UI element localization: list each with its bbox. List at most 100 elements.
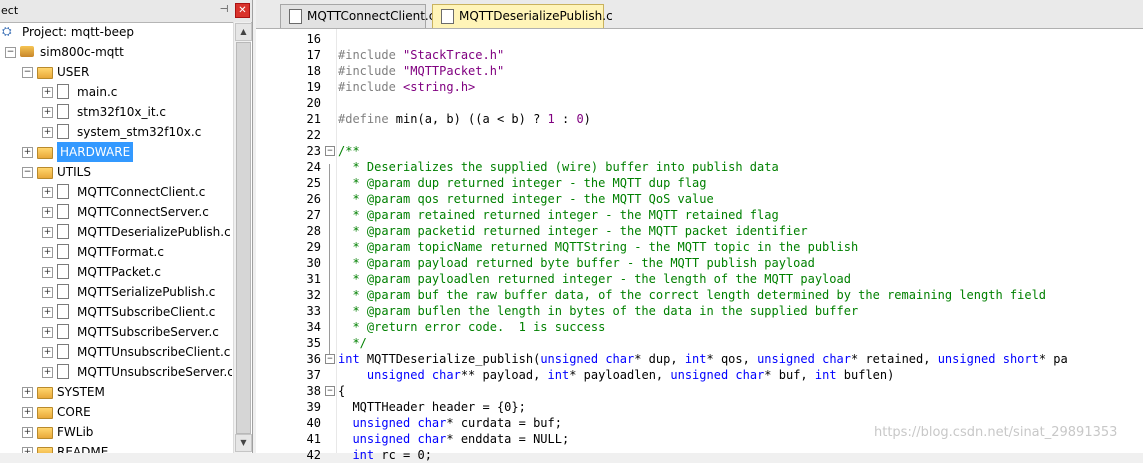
expand-icon[interactable]: + [22, 427, 33, 438]
tree-item[interactable]: ⛭ Project: mqtt-beep [0, 22, 232, 42]
code-line: 19 #include <string.h> [256, 79, 1143, 95]
code-line: 17 #include "StackTrace.h" [256, 47, 1143, 63]
collapse-icon[interactable]: − [5, 47, 16, 58]
tab-mqttconnectclient[interactable]: MQTTConnectClient.c [280, 4, 435, 28]
project-panel-title: ect [1, 4, 19, 17]
line-number: 40 [306, 416, 321, 430]
close-icon[interactable]: ✕ [235, 3, 250, 18]
code-line: 29 * @param topicName returned MQTTStrin… [256, 239, 1143, 255]
tree-item[interactable]: − sim800c-mqtt [0, 42, 232, 62]
tree-file-item[interactable]: + MQTTUnsubscribeClient.c [0, 342, 232, 362]
expand-icon[interactable]: + [42, 367, 53, 378]
tree-folder-item[interactable]: + README [0, 442, 232, 453]
code-line: 33 * @param buflen the length in bytes o… [256, 303, 1143, 319]
expand-icon[interactable]: + [42, 87, 53, 98]
tree-item-label: SYSTEM [57, 385, 105, 399]
tree-folder-item[interactable]: + FWLib [0, 422, 232, 442]
expand-icon[interactable]: + [42, 347, 53, 358]
tree-file-item[interactable]: + MQTTFormat.c [0, 242, 232, 262]
fold-collapse-icon[interactable]: − [325, 386, 335, 396]
file-icon [57, 104, 69, 119]
expand-icon[interactable]: + [42, 227, 53, 238]
expand-icon[interactable]: + [42, 187, 53, 198]
expand-icon[interactable]: + [42, 207, 53, 218]
project-panel-header: ect ⊣ ✕ [0, 0, 252, 23]
fold-collapse-icon[interactable]: − [325, 146, 335, 156]
tree-folder-item[interactable]: + SYSTEM [0, 382, 232, 402]
line-number: 35 [306, 336, 321, 350]
expand-icon[interactable]: + [42, 127, 53, 138]
tree-item-label: HARDWARE [57, 142, 134, 162]
expand-icon[interactable]: + [42, 287, 53, 298]
scroll-up-arrow-icon[interactable]: ▲ [235, 23, 252, 41]
code-line: 23−/** [256, 143, 1143, 159]
line-number: 21 [306, 112, 321, 126]
scroll-down-arrow-icon[interactable]: ▼ [235, 434, 252, 452]
tree-folder-item[interactable]: − UTILS [0, 162, 232, 182]
line-number: 31 [306, 272, 321, 286]
tree-file-item[interactable]: + MQTTSubscribeServer.c [0, 322, 232, 342]
code-text: * Deserializes the supplied (wire) buffe… [338, 160, 779, 174]
tree-file-item[interactable]: + MQTTUnsubscribeServer.c [0, 362, 232, 382]
tree-item-label: MQTTConnectServer.c [77, 205, 209, 219]
folder-icon [37, 447, 53, 453]
code-text: #include "StackTrace.h" [338, 48, 505, 62]
collapse-icon[interactable]: − [22, 167, 33, 178]
expand-icon[interactable]: + [22, 387, 33, 398]
tree-item-label: MQTTUnsubscribeServer.c [77, 365, 232, 379]
scroll-thumb[interactable] [236, 42, 251, 434]
file-icon [57, 324, 69, 339]
tree-folder-item[interactable]: + HARDWARE [0, 142, 232, 162]
tab-label: MQTTDeserializePublish.c [459, 9, 613, 23]
tree-file-item[interactable]: + system_stm32f10x.c [0, 122, 232, 142]
fold-collapse-icon[interactable]: − [325, 354, 335, 364]
code-text: unsigned char** payload, int* payloadlen… [366, 368, 895, 382]
tab-mqttdeserializepublish[interactable]: MQTTDeserializePublish.c [432, 4, 613, 28]
pin-icon[interactable]: ⊣ [218, 4, 230, 16]
line-number: 17 [306, 48, 321, 62]
expand-icon[interactable]: + [42, 107, 53, 118]
tree-item-label: MQTTSubscribeClient.c [77, 305, 216, 319]
tree-item-label: README [57, 445, 109, 453]
code-area[interactable]: 16 17 #include "StackTrace.h" 18 #include "M… [256, 29, 1143, 462]
tree-item-label: Project: mqtt-beep [22, 25, 134, 39]
project-tree: ⛭ Project: mqtt-beep − sim800c-mqtt − USER + ma… [0, 22, 232, 453]
expand-icon[interactable]: + [42, 307, 53, 318]
tree-folder-item[interactable]: − USER [0, 62, 232, 82]
tree-file-item[interactable]: + MQTTSerializePublish.c [0, 282, 232, 302]
code-editor: MQTTConnectClient.c MQTTDeserializePubli… [256, 0, 1143, 462]
collapse-icon[interactable]: − [22, 67, 33, 78]
tree-file-item[interactable]: + MQTTConnectServer.c [0, 202, 232, 222]
tree-file-item[interactable]: + MQTTConnectClient.c [0, 182, 232, 202]
tree-item-label: USER [57, 65, 90, 79]
code-line: 27 * @param retained returned integer - … [256, 207, 1143, 223]
line-number: 28 [306, 224, 321, 238]
expand-icon[interactable]: + [42, 327, 53, 338]
expand-icon[interactable]: + [42, 247, 53, 258]
line-number: 24 [306, 160, 321, 174]
code-text: * @param qos returned integer - the MQTT… [338, 192, 714, 206]
tree-file-item[interactable]: + MQTTPacket.c [0, 262, 232, 282]
expand-icon[interactable]: + [22, 147, 33, 158]
folder-icon [37, 387, 53, 399]
tree-folder-item[interactable]: + CORE [0, 402, 232, 422]
line-number: 22 [306, 128, 321, 142]
expand-icon[interactable]: + [22, 407, 33, 418]
code-line: 31 * @param payloadlen returned integer … [256, 271, 1143, 287]
code-text: { [338, 384, 346, 398]
tree-scrollbar[interactable]: ▲ ▼ [233, 22, 252, 453]
tree-file-item[interactable]: + stm32f10x_it.c [0, 102, 232, 122]
expand-icon[interactable]: + [42, 267, 53, 278]
folder-icon [37, 67, 53, 79]
tree-file-item[interactable]: + main.c [0, 82, 232, 102]
expand-icon[interactable]: + [22, 447, 33, 453]
code-text: * @param payload returned byte buffer - … [338, 256, 815, 270]
tree-file-item[interactable]: + MQTTSubscribeClient.c [0, 302, 232, 322]
line-number: 19 [306, 80, 321, 94]
file-icon [57, 344, 69, 359]
tree-item-label: UTILS [57, 165, 91, 179]
tree-file-item[interactable]: + MQTTDeserializePublish.c [0, 222, 232, 242]
project-panel: ect ⊣ ✕ ⛭ Project: mqtt-beep − sim800c-mqtt… [0, 0, 253, 453]
code-text: * @return error code. 1 is success [338, 320, 606, 334]
code-line: 28 * @param packetid returned integer - … [256, 223, 1143, 239]
